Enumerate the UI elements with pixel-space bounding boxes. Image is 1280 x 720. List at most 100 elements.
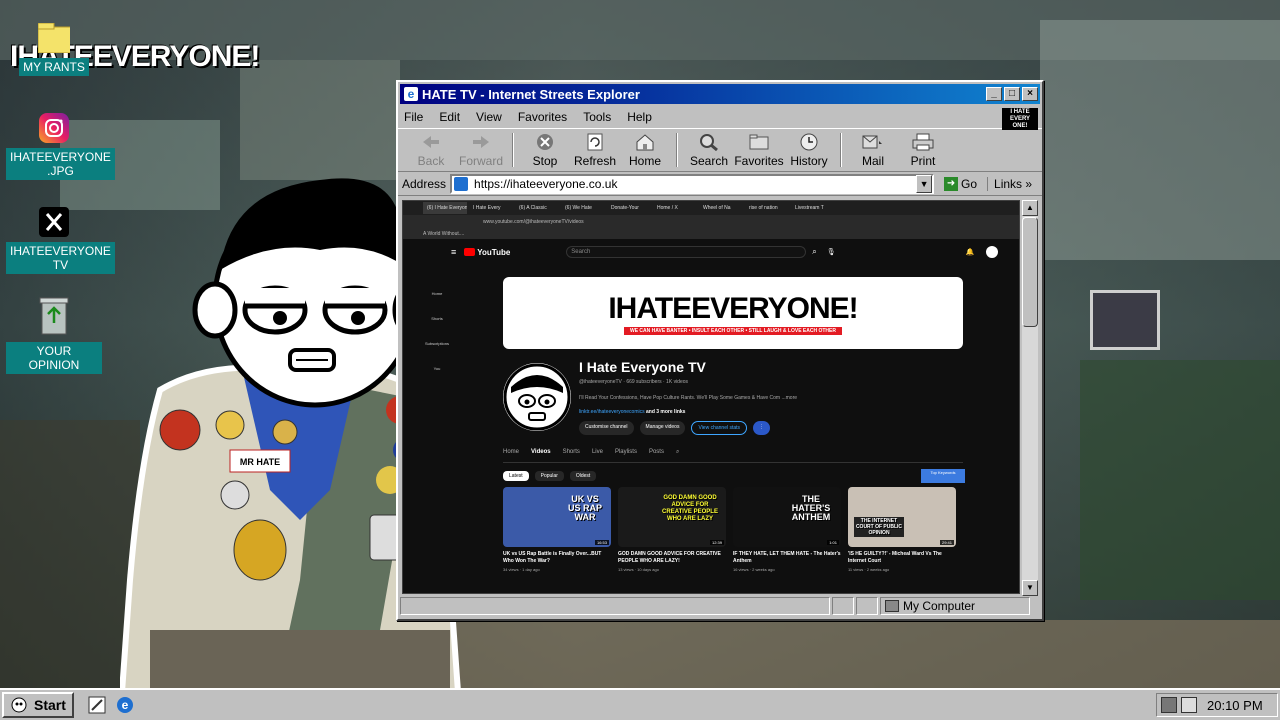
avatar[interactable] (986, 246, 999, 258)
back-button[interactable]: Back (406, 132, 456, 168)
video-thumbnail[interactable]: THE HATER'S ANTHEM 1:01 (733, 487, 841, 547)
links-button[interactable]: Links » (987, 176, 1032, 191)
inner-tab[interactable]: Home / X (653, 202, 697, 214)
chip-popular[interactable]: Popular (534, 471, 564, 481)
volume-icon[interactable] (1181, 697, 1197, 713)
scroll-down-button[interactable]: ▼ (1022, 580, 1038, 596)
youtube-sidebar: Home Shorts Subscriptions You (419, 291, 455, 391)
stop-button[interactable]: Stop (520, 132, 570, 168)
maximize-button[interactable]: □ (1004, 87, 1020, 101)
forward-button[interactable]: Forward (456, 132, 506, 168)
menu-edit[interactable]: Edit (439, 110, 460, 124)
favorites-button[interactable]: Favorites (734, 132, 784, 168)
inner-tab[interactable]: Wheel of Na (699, 202, 743, 214)
video-title[interactable]: IF THEY HATE, LET THEM HATE - The Hater'… (733, 551, 841, 565)
scroll-thumb[interactable] (1022, 217, 1038, 327)
sidebar-item-shorts[interactable]: Shorts (419, 316, 455, 321)
youtube-search-input[interactable]: Search (566, 246, 807, 258)
video-thumbnail[interactable]: GOD DAMN GOOD ADVICE FOR CREATIVE PEOPLE… (618, 487, 726, 547)
notepad-icon[interactable] (86, 694, 108, 716)
web-content-area[interactable]: (6) I Hate Everyone TV I Hate Every (6) … (402, 200, 1020, 594)
channel-banner: IHATEEVERYONE! WE CAN HAVE BANTER • INSU… (503, 277, 963, 349)
print-button[interactable]: Print (898, 132, 948, 168)
tab-posts[interactable]: Posts (649, 449, 664, 462)
channel-links[interactable]: linktr.ee/ihateeveryonecomics and 3 more… (579, 409, 685, 415)
start-button[interactable]: Start (2, 692, 74, 718)
inner-bookmark[interactable]: A World Without.... (403, 229, 1019, 239)
clock[interactable]: 20:10 PM (1207, 698, 1263, 713)
stats-icon[interactable]: ⋮ (753, 421, 771, 435)
address-dropdown-button[interactable]: ▼ (916, 174, 933, 193)
address-input[interactable]: https://ihateeveryone.co.uk (450, 173, 935, 194)
video-title[interactable]: UK vs US Rap Battle is Finally Over...BU… (503, 551, 611, 565)
menu-tools[interactable]: Tools (583, 110, 611, 124)
video-grid: UK VS US RAP WAR 16:53 UK vs US Rap Batt… (503, 487, 963, 572)
inner-tab[interactable]: (6) I Hate Everyone TV (423, 202, 467, 214)
desktop-icon-jpg[interactable]: IHATEEVERYONE .JPG (6, 112, 115, 180)
view-channel-stats-button[interactable]: View channel stats (691, 421, 748, 435)
search-button[interactable]: Search (684, 132, 734, 168)
network-icon[interactable] (1161, 697, 1177, 713)
video-card[interactable]: THE INTERNET COURT OF PUBLIC OPINION 29:… (848, 487, 956, 572)
customise-channel-button[interactable]: Customise channel (579, 421, 634, 435)
video-card[interactable]: UK VS US RAP WAR 16:53 UK vs US Rap Batt… (503, 487, 611, 572)
ie-icon[interactable]: e (114, 694, 136, 716)
notifications-bell-icon[interactable]: 🔔 (966, 248, 975, 256)
inner-tab[interactable]: rise of nation (745, 202, 789, 214)
history-button[interactable]: History (784, 132, 834, 168)
mail-button[interactable]: Mail (848, 132, 898, 168)
video-title[interactable]: 'IS HE GUILTY?!' - Micheal Ward Vs The I… (848, 551, 956, 565)
recycle-bin-icon (38, 294, 70, 338)
menu-favorites[interactable]: Favorites (518, 110, 567, 124)
tab-home[interactable]: Home (503, 449, 519, 462)
chip-latest[interactable]: Latest (503, 471, 529, 481)
menu-help[interactable]: Help (627, 110, 652, 124)
sidebar-item-subscriptions[interactable]: Subscriptions (419, 341, 455, 346)
toolbar-separator (676, 133, 678, 167)
go-button[interactable]: ➜ Go (944, 176, 977, 191)
toolbar-separator (512, 133, 514, 167)
scroll-up-button[interactable]: ▲ (1022, 200, 1038, 216)
youtube-logo[interactable]: YouTube (464, 248, 510, 257)
chip-oldest[interactable]: Oldest (569, 471, 597, 481)
video-meta: 16 views · 2 weeks ago (733, 567, 775, 572)
tab-live[interactable]: Live (592, 449, 603, 462)
inner-url-bar[interactable]: www.youtube.com/@ihateeveryoneTV/videos (403, 215, 1019, 229)
inner-tab[interactable]: Donate-Your (607, 202, 651, 214)
close-button[interactable]: × (1022, 87, 1038, 101)
inner-tab[interactable]: I Hate Every (469, 202, 513, 214)
address-label: Address (402, 176, 447, 191)
sidebar-item-home[interactable]: Home (419, 291, 455, 296)
desktop-icon-your-opinion[interactable]: YOUR OPINION (6, 294, 102, 374)
inner-tab[interactable]: (6) A Classic (515, 202, 559, 214)
top-keywords-button[interactable]: Top Keywords (921, 469, 965, 483)
menu-hamburger-icon[interactable]: ≡ (451, 247, 456, 257)
sidebar-item-you[interactable]: You (419, 366, 455, 371)
tab-playlists[interactable]: Playlists (615, 449, 637, 462)
menu-view[interactable]: View (476, 110, 502, 124)
inner-tab[interactable]: Livestream T (791, 202, 835, 214)
inner-tab[interactable]: (6) We Hate (561, 202, 605, 214)
video-thumbnail[interactable]: THE INTERNET COURT OF PUBLIC OPINION 29:… (848, 487, 956, 547)
mic-icon[interactable]: 🎙 (827, 248, 836, 256)
video-card[interactable]: THE HATER'S ANTHEM 1:01 IF THEY HATE, LE… (733, 487, 841, 572)
refresh-button[interactable]: Refresh (570, 132, 620, 168)
tab-videos[interactable]: Videos (531, 449, 551, 462)
video-thumbnail[interactable]: UK VS US RAP WAR 16:53 (503, 487, 611, 547)
manage-videos-button[interactable]: Manage videos (639, 421, 686, 435)
minimize-button[interactable]: _ (986, 87, 1002, 101)
channel-avatar[interactable] (503, 363, 571, 431)
desktop-icon-tv[interactable]: IHATEEVERYONE TV (6, 206, 115, 274)
browser-window[interactable]: e HATE TV - Internet Streets Explorer _ … (396, 80, 1044, 621)
search-icon[interactable]: ⌕ (676, 449, 679, 462)
search-icon[interactable]: ⌕ (812, 247, 816, 257)
menu-file[interactable]: File (404, 110, 423, 124)
desktop-icon-my-rants[interactable]: MY RANTS (6, 22, 102, 76)
video-card[interactable]: GOD DAMN GOOD ADVICE FOR CREATIVE PEOPLE… (618, 487, 726, 572)
vertical-scrollbar[interactable]: ▲ ▼ (1022, 200, 1038, 596)
home-button[interactable]: Home (620, 132, 670, 168)
window-titlebar[interactable]: e HATE TV - Internet Streets Explorer _ … (400, 84, 1040, 104)
video-title[interactable]: GOD DAMN GOOD ADVICE FOR CREATIVE PEOPLE… (618, 551, 726, 565)
channel-description[interactable]: I'll Read Your Confessions, Have Pop Cul… (579, 395, 797, 401)
tab-shorts[interactable]: Shorts (563, 449, 580, 462)
